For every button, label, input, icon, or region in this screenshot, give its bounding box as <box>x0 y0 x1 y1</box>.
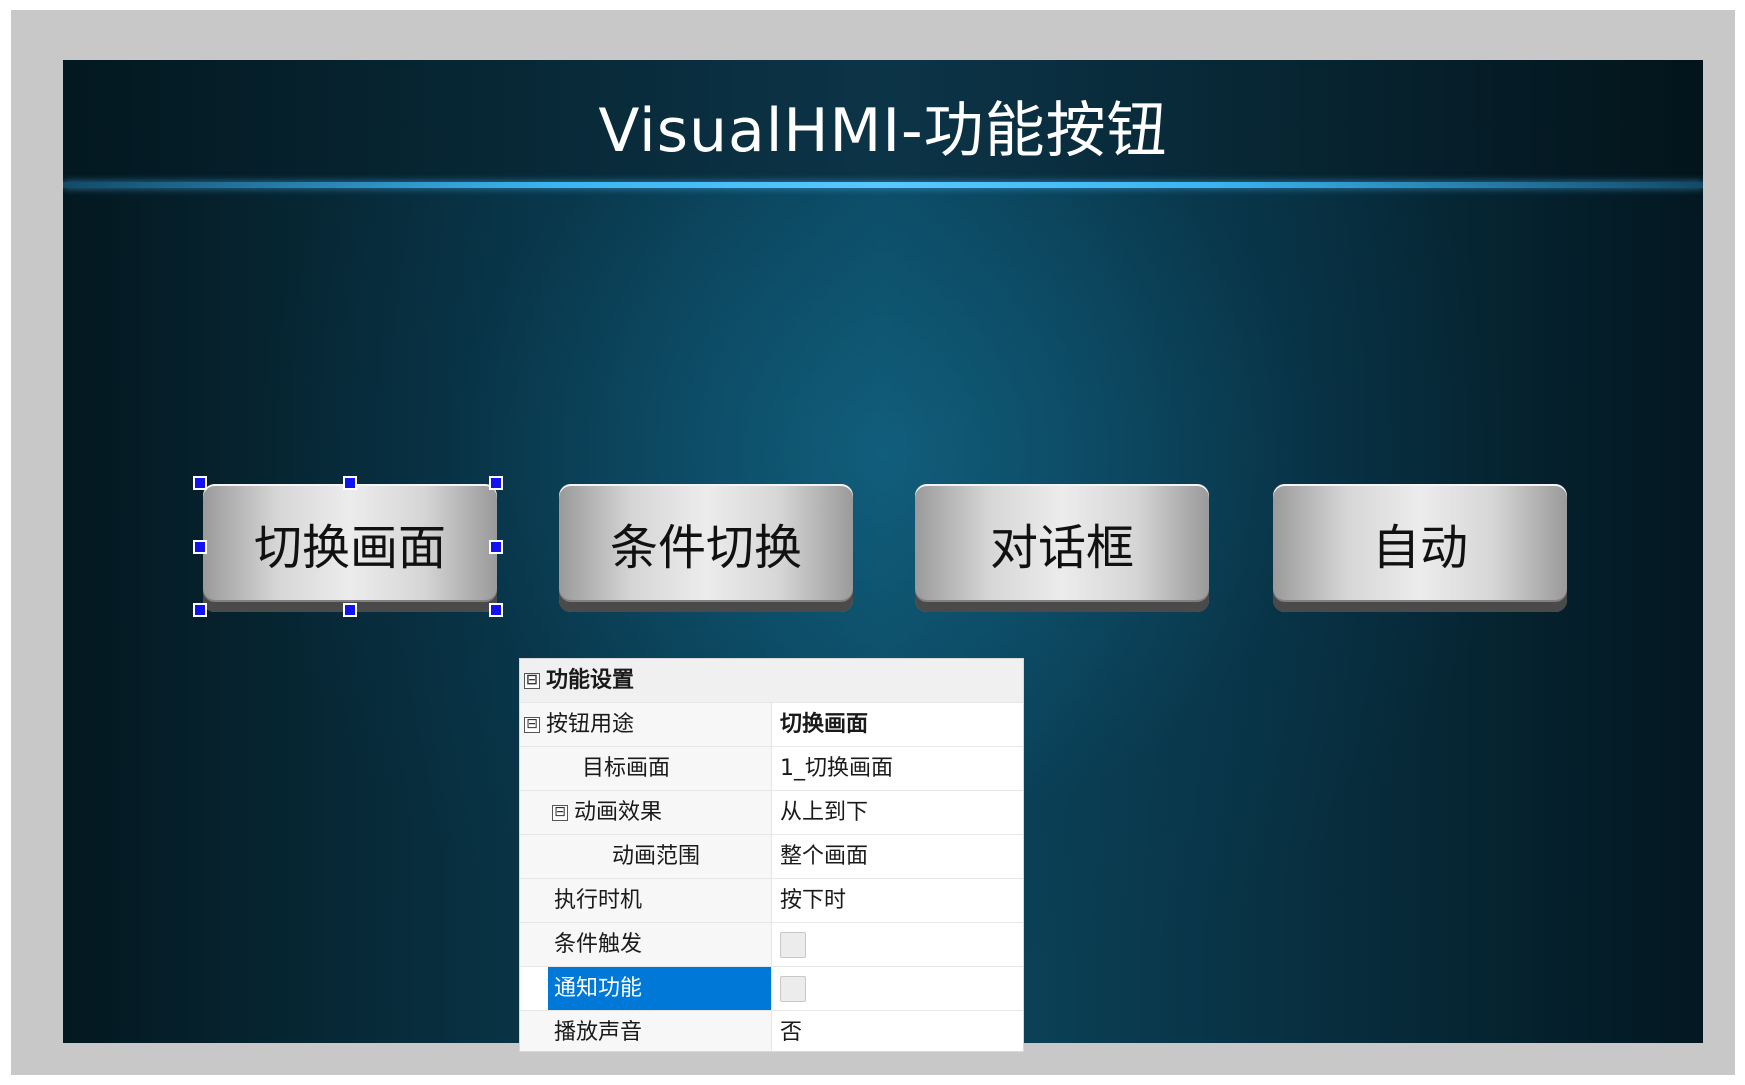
collapse-icon[interactable]: ⊟ <box>524 673 540 689</box>
category-label: 功能设置 <box>546 668 635 693</box>
switch-screen-button[interactable]: 切换画面 <box>203 484 497 612</box>
resize-handle-top-left[interactable] <box>193 476 207 490</box>
resize-handle-left[interactable] <box>193 540 207 554</box>
property-value[interactable]: 从上到下 <box>772 791 1023 834</box>
property-name: 目标画面 <box>582 756 671 781</box>
property-name: 条件触发 <box>554 932 643 957</box>
collapse-icon[interactable]: ⊟ <box>552 805 568 821</box>
resize-handle-top-right[interactable] <box>489 476 503 490</box>
resize-handle-bottom-right[interactable] <box>489 603 503 617</box>
property-row-button-usage[interactable]: ⊟ 按钮用途 切换画面 <box>520 703 1023 747</box>
property-value[interactable]: 1_切换画面 <box>772 747 1023 790</box>
dialog-button[interactable]: 对话框 <box>915 484 1209 612</box>
property-row-animation-range[interactable]: 动画范围 整个画面 <box>520 835 1023 879</box>
collapse-icon[interactable]: ⊟ <box>524 717 540 733</box>
property-category[interactable]: ⊟ 功能设置 <box>520 659 1023 703</box>
property-value[interactable]: 切换画面 <box>772 703 1023 746</box>
property-row-animation-effect[interactable]: ⊟ 动画效果 从上到下 <box>520 791 1023 835</box>
title-divider <box>63 182 1703 188</box>
property-row-execute-timing[interactable]: 执行时机 按下时 <box>520 879 1023 923</box>
property-value[interactable]: 否 <box>772 1011 1023 1051</box>
conditional-switch-button[interactable]: 条件切换 <box>559 484 853 612</box>
property-row-target-screen[interactable]: 目标画面 1_切换画面 <box>520 747 1023 791</box>
notify-function-checkbox[interactable] <box>780 976 806 1002</box>
resize-handle-bottom-left[interactable] <box>193 603 207 617</box>
property-name: 播放声音 <box>554 1020 643 1045</box>
property-name: 动画范围 <box>612 844 701 869</box>
auto-button[interactable]: 自动 <box>1273 484 1567 612</box>
property-name: 通知功能 <box>554 976 643 1001</box>
condition-trigger-checkbox[interactable] <box>780 932 806 958</box>
property-name: 动画效果 <box>574 800 663 825</box>
property-value[interactable]: 整个画面 <box>772 835 1023 878</box>
property-name: 按钮用途 <box>546 712 635 737</box>
property-value[interactable]: 按下时 <box>772 879 1023 922</box>
property-row-play-sound[interactable]: 播放声音 否 <box>520 1011 1023 1051</box>
resize-handle-bottom[interactable] <box>343 603 357 617</box>
property-name: 执行时机 <box>554 888 643 913</box>
property-row-condition-trigger[interactable]: 条件触发 <box>520 923 1023 967</box>
property-panel: ⊟ 功能设置 ⊟ 按钮用途 切换画面 目标画面 1_切换画面 ⊟ 动画效果 从上到下 … <box>519 658 1024 1052</box>
property-row-notify-function[interactable]: 通知功能 <box>520 967 1023 1011</box>
resize-handle-right[interactable] <box>489 540 503 554</box>
resize-handle-top[interactable] <box>343 476 357 490</box>
screen-title: VisualHMI-功能按钮 <box>598 96 1168 166</box>
